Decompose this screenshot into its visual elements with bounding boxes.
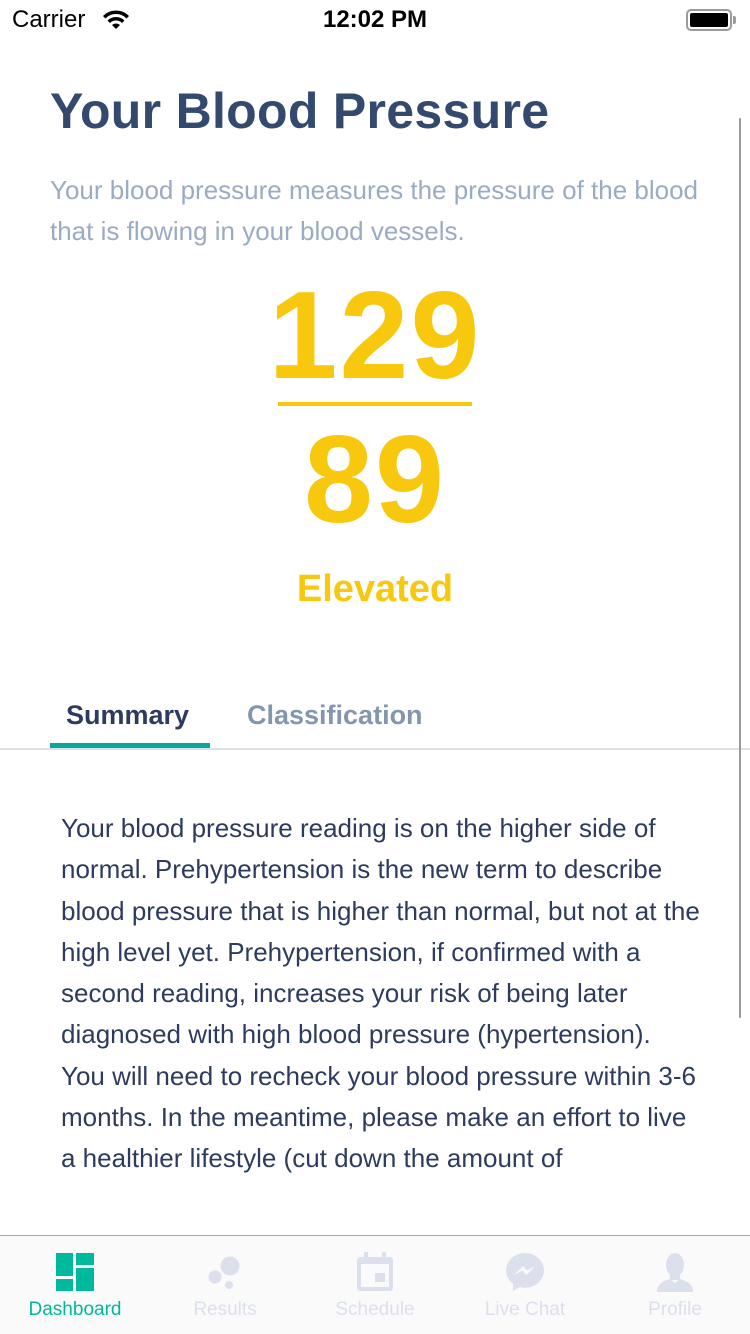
scrollbar[interactable] (739, 118, 741, 1018)
tab-bar-item-dashboard[interactable]: Dashboard (0, 1236, 150, 1334)
battery-full-icon (686, 9, 736, 31)
tab-bar-item-results[interactable]: Results (150, 1236, 300, 1334)
messenger-chat-icon (506, 1253, 544, 1291)
page-subtitle: Your blood pressure measures the pressur… (50, 175, 698, 246)
tab-bar-label: Dashboard (28, 1299, 122, 1320)
results-bubbles-icon (208, 1256, 240, 1289)
page-title: Your Blood Pressure (50, 83, 550, 139)
tab-bar-label: Live Chat (484, 1299, 566, 1320)
clock: 12:02 PM (322, 6, 428, 33)
bp-category-label: Elevated (296, 568, 454, 610)
reading-divider (278, 402, 472, 406)
calendar-icon (357, 1252, 393, 1291)
blood-pressure-screen: Carrier 12:02 PM Your Blood Pressure You… (0, 0, 750, 1334)
tab-bar-label: Profile (648, 1299, 702, 1320)
tab-summary[interactable]: Summary (66, 700, 189, 731)
tab-classification[interactable]: Classification (247, 700, 423, 731)
systolic-value: 129 (268, 267, 482, 405)
tab-bar-item-live-chat[interactable]: Live Chat (450, 1236, 600, 1334)
tab-bar-item-schedule[interactable]: Schedule (300, 1236, 450, 1334)
segment-tabs: Summary Classification (0, 690, 750, 750)
tab-bar-item-profile[interactable]: Profile (600, 1236, 750, 1334)
tab-bar-label: Schedule (335, 1299, 415, 1320)
dashboard-icon (56, 1253, 94, 1291)
tabs-divider (0, 748, 750, 750)
summary-text: Your blood pressure reading is on the hi… (61, 813, 700, 1174)
bottom-tab-bar: Dashboard Results Schedule Live Chat Pro… (0, 1235, 750, 1334)
tab-bar-label: Results (193, 1299, 257, 1320)
user-profile-icon (657, 1253, 693, 1292)
status-bar: Carrier 12:02 PM (0, 0, 750, 40)
diastolic-value: 89 (304, 411, 446, 549)
